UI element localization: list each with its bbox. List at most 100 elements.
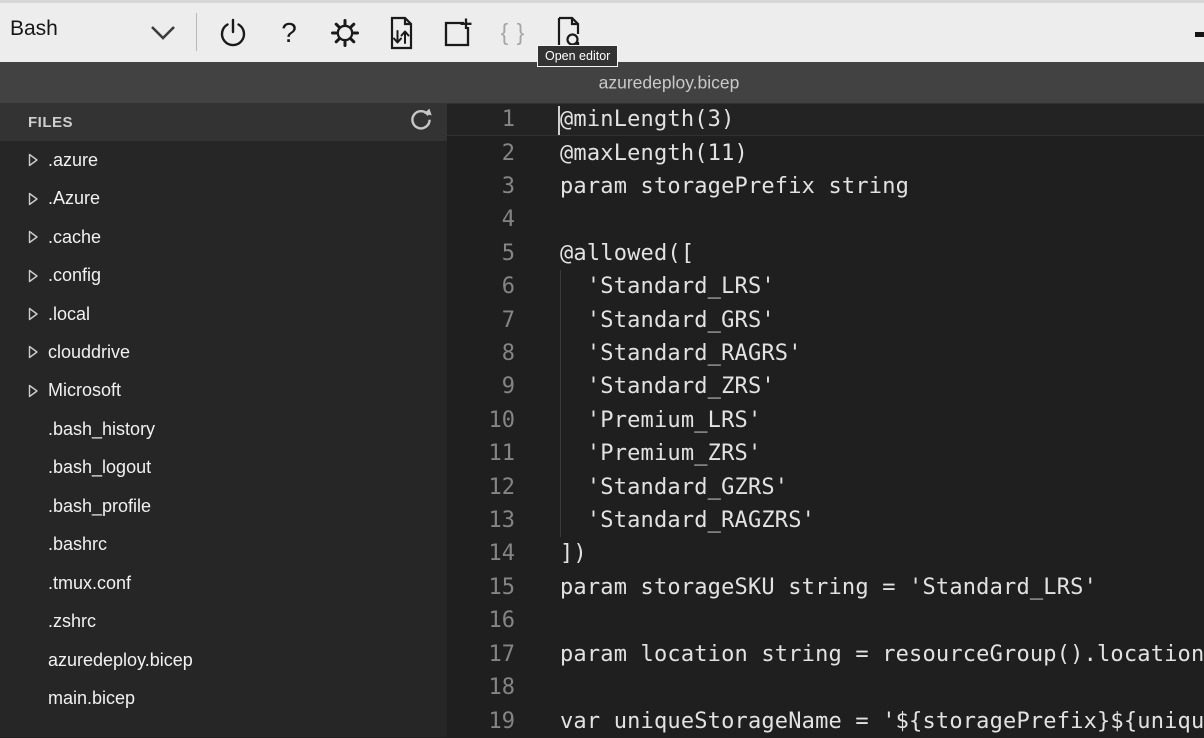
help-button[interactable]: ?	[261, 3, 317, 62]
upload-download-icon	[386, 16, 416, 50]
toolbar-divider	[196, 13, 197, 51]
tree-folder-clouddrive[interactable]: clouddrive	[0, 333, 447, 371]
settings-icon	[329, 17, 361, 49]
code-line-17[interactable]: 17param location string = resourceGroup(…	[447, 638, 1204, 671]
shell-selector-dropdown[interactable]: Bash	[0, 3, 190, 62]
code-text: 'Standard_RAGZRS'	[527, 508, 815, 533]
code-text: 'Standard_LRS'	[527, 274, 775, 299]
line-number: 7	[447, 308, 527, 333]
code-line-6[interactable]: 6 'Standard_LRS'	[447, 270, 1204, 303]
tree-item-label: .tmux.conf	[48, 573, 131, 594]
code-text: 'Standard_ZRS'	[527, 374, 775, 399]
upload-download-button[interactable]	[373, 3, 429, 62]
chevron-down-icon	[148, 21, 178, 48]
line-number: 10	[447, 408, 527, 433]
editor-titlebar: azuredeploy.bicep	[0, 62, 1204, 103]
code-line-10[interactable]: 10 'Premium_LRS'	[447, 404, 1204, 437]
code-line-16[interactable]: 16	[447, 604, 1204, 637]
tree-file-.bash_profile[interactable]: .bash_profile	[0, 487, 447, 525]
line-number: 18	[447, 675, 527, 700]
chevron-right-icon	[28, 307, 48, 321]
tree-item-label: azuredeploy.bicep	[48, 650, 193, 671]
code-line-7[interactable]: 7 'Standard_GRS'	[447, 303, 1204, 336]
code-line-15[interactable]: 15param storageSKU string = 'Standard_LR…	[447, 571, 1204, 604]
code-line-12[interactable]: 12 'Standard_GZRS'	[447, 470, 1204, 503]
tree-item-label: .bash_profile	[48, 496, 151, 517]
chevron-right-icon	[28, 384, 48, 398]
open-file-title: azuredeploy.bicep	[599, 72, 740, 93]
braces-icon: { }	[501, 21, 526, 44]
code-text: 'Premium_ZRS'	[527, 441, 761, 466]
tree-file-.zshrc[interactable]: .zshrc	[0, 602, 447, 640]
tree-item-label: Microsoft	[48, 380, 121, 401]
tree-folder-.Azure[interactable]: .Azure	[0, 179, 447, 217]
refresh-icon	[409, 107, 433, 138]
tree-folder-.local[interactable]: .local	[0, 295, 447, 333]
code-text: param storageSKU string = 'Standard_LRS'	[527, 575, 1097, 600]
tree-item-label: .bashrc	[48, 534, 107, 555]
chevron-right-icon	[28, 153, 48, 167]
minimize-button[interactable]	[1195, 32, 1204, 37]
files-header: FILES	[0, 103, 447, 141]
line-number: 5	[447, 241, 527, 266]
code-editor[interactable]: 1@minLength(3)2@maxLength(11)3param stor…	[447, 103, 1204, 737]
code-line-4[interactable]: 4	[447, 203, 1204, 236]
tree-file-.tmux.conf[interactable]: .tmux.conf	[0, 564, 447, 602]
tree-item-label: .cache	[48, 227, 101, 248]
settings-button[interactable]	[317, 3, 373, 62]
files-header-title: FILES	[28, 114, 409, 131]
line-number: 13	[447, 508, 527, 533]
code-text: @allowed([	[527, 241, 694, 266]
code-text: 'Standard_GZRS'	[527, 475, 788, 500]
tree-folder-Microsoft[interactable]: Microsoft	[0, 372, 447, 410]
code-text: 'Premium_LRS'	[527, 408, 761, 433]
chevron-right-icon	[28, 269, 48, 283]
shell-selector-label: Bash	[10, 17, 58, 41]
code-line-9[interactable]: 9 'Standard_ZRS'	[447, 370, 1204, 403]
code-line-13[interactable]: 13 'Standard_RAGZRS'	[447, 504, 1204, 537]
code-line-8[interactable]: 8 'Standard_RAGRS'	[447, 337, 1204, 370]
code-text: 'Standard_GRS'	[527, 308, 775, 333]
code-line-18[interactable]: 18	[447, 671, 1204, 704]
line-number: 1	[447, 107, 527, 132]
code-line-1[interactable]: 1@minLength(3)	[447, 103, 1204, 136]
tree-item-label: .bash_history	[48, 419, 155, 440]
code-line-19[interactable]: 19var uniqueStorageName = '${storagePref…	[447, 704, 1204, 737]
new-session-button[interactable]	[429, 3, 485, 62]
tree-file-.bashrc[interactable]: .bashrc	[0, 526, 447, 564]
code-line-3[interactable]: 3param storagePrefix string	[447, 170, 1204, 203]
tree-file-.bash_logout[interactable]: .bash_logout	[0, 449, 447, 487]
code-line-5[interactable]: 5@allowed([	[447, 237, 1204, 270]
tree-item-label: .bash_logout	[48, 457, 151, 478]
line-number: 12	[447, 475, 527, 500]
tree-file-main.bicep[interactable]: main.bicep	[0, 679, 447, 717]
refresh-button[interactable]	[409, 107, 433, 138]
line-number: 17	[447, 642, 527, 667]
chevron-right-icon	[28, 345, 48, 359]
restart-button[interactable]	[205, 3, 261, 62]
code-text: param storagePrefix string	[527, 174, 909, 199]
open-editor-tooltip: Open editor	[537, 45, 618, 67]
code-text: @maxLength(11)	[527, 141, 748, 166]
tree-folder-.azure[interactable]: .azure	[0, 141, 447, 179]
tree-file-.bash_history[interactable]: .bash_history	[0, 410, 447, 448]
chevron-right-icon	[28, 230, 48, 244]
line-number: 2	[447, 141, 527, 166]
web-preview-button[interactable]: { }	[485, 3, 541, 62]
code-text: 'Standard_RAGRS'	[527, 341, 802, 366]
chevron-right-icon	[28, 192, 48, 206]
tree-folder-.config[interactable]: .config	[0, 256, 447, 294]
code-line-11[interactable]: 11 'Premium_ZRS'	[447, 437, 1204, 470]
line-number: 14	[447, 541, 527, 566]
tree-item-label: .config	[48, 265, 101, 286]
tree-file-azuredeploy.bicep[interactable]: azuredeploy.bicep	[0, 641, 447, 679]
files-sidebar: FILES .azure.Azure .cache .config .local clo…	[0, 103, 447, 737]
text-cursor	[558, 106, 560, 135]
line-number: 4	[447, 207, 527, 232]
line-number: 9	[447, 374, 527, 399]
code-line-2[interactable]: 2@maxLength(11)	[447, 136, 1204, 169]
help-icon: ?	[281, 19, 297, 47]
tree-folder-.cache[interactable]: .cache	[0, 218, 447, 256]
tree-item-label: clouddrive	[48, 342, 130, 363]
code-line-14[interactable]: 14])	[447, 537, 1204, 570]
